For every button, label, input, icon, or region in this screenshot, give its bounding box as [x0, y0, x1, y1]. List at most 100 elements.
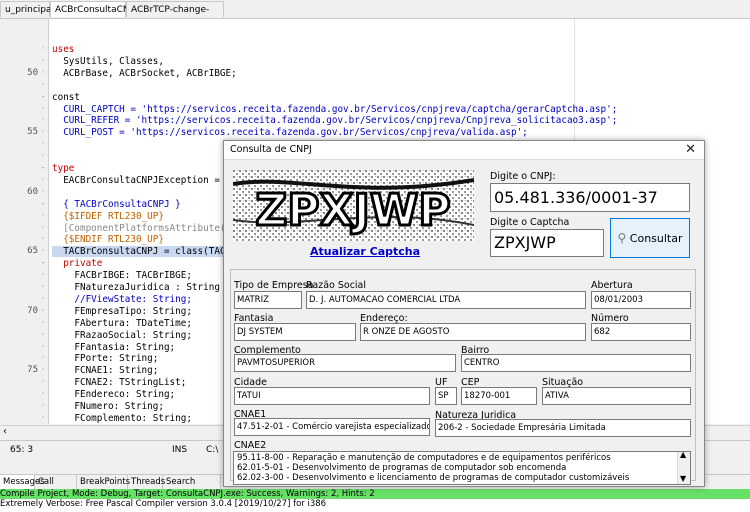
code-line[interactable]: [ComponentPlatformsAttribute(p — [52, 223, 231, 234]
fold-marker[interactable]: · — [38, 44, 48, 55]
fold-marker[interactable]: · — [38, 115, 48, 126]
refresh-captcha-link[interactable]: Atualizar Captcha — [310, 245, 420, 258]
abertura-field[interactable]: 08/01/2003 — [591, 291, 691, 309]
fold-marker[interactable]: · — [38, 223, 48, 234]
tab-acbrtcp-change-log[interactable]: ACBrTCP-change-log.txt — [126, 1, 224, 31]
scroll-left-arrow-icon[interactable]: ‹ — [3, 426, 7, 437]
tab-breakpoints[interactable]: BreakPoints — [77, 475, 130, 489]
code-line[interactable]: const — [52, 92, 80, 103]
tab-call-stack[interactable]: Call Stack — [35, 475, 77, 501]
fold-marker[interactable]: · — [38, 127, 48, 138]
fold-marker[interactable]: · — [38, 234, 48, 245]
complemento-field[interactable]: PAVMTOSUPERIOR — [234, 354, 456, 372]
code-line[interactable]: FACBrIBGE: TACBrIBGE; — [52, 270, 192, 281]
fold-marker[interactable]: · — [38, 56, 48, 67]
bairro-field[interactable]: CENTRO — [461, 354, 691, 372]
code-line[interactable]: CURL_CAPTCH = 'https://servicos.receita.… — [52, 104, 617, 115]
edit-mode: INS — [172, 445, 188, 455]
fold-marker[interactable]: · — [38, 282, 48, 293]
fold-marker[interactable]: · — [38, 151, 48, 162]
fold-marker[interactable]: · — [38, 330, 48, 341]
code-line[interactable]: FCNAE2: TStringList; — [52, 377, 186, 388]
cnae2-scrollbar[interactable]: ▲ ▼ — [677, 450, 690, 484]
situacao-field[interactable]: ATIVA — [542, 387, 691, 405]
fold-marker[interactable]: · — [38, 211, 48, 222]
consultar-button[interactable]: ⚲ Consultar — [610, 218, 690, 258]
fold-marker[interactable]: - — [38, 163, 48, 174]
fold-marker[interactable]: · — [38, 139, 48, 150]
fold-marker[interactable]: - — [38, 258, 48, 269]
list-item[interactable]: 62.02-3-00 - Desenvolvimento e licenciam… — [237, 473, 629, 483]
natureza-juridica-field[interactable]: 206-2 - Sociedade Empresária Limitada — [435, 419, 691, 437]
fold-marker[interactable]: · — [38, 413, 48, 424]
code-line[interactable]: FComplemento: String; — [52, 413, 192, 424]
code-line[interactable]: FAbertura: TDateTime; — [52, 318, 192, 329]
tipo-empresa-field[interactable]: MATRIZ — [234, 291, 302, 309]
code-line[interactable]: FFantasia: String; — [52, 342, 175, 353]
code-line[interactable]: FNumero: String; — [52, 401, 164, 412]
tab-threads[interactable]: Threads — [128, 475, 165, 489]
code-line[interactable]: CURL_REFER = 'https://servicos.receita.f… — [52, 115, 617, 126]
dialog-title-bar[interactable]: Consulta de CNPJ ✕ — [224, 141, 704, 160]
code-line[interactable]: { TACBrConsultaCNPJ } — [52, 199, 181, 210]
editor-gutter: ····-·····-··-····-················50556… — [0, 19, 49, 424]
code-line[interactable]: CURL_POST = 'https://servicos.receita.fa… — [52, 127, 528, 138]
code-line[interactable]: FRazaoSocial: String; — [52, 330, 192, 341]
cnae1-field[interactable]: 47.51-2-01 - Comércio varejista especial… — [234, 418, 430, 436]
fold-marker[interactable]: · — [38, 401, 48, 412]
razao-social-field[interactable]: D. J. AUTOMACAO COMERCIAL LTDA — [306, 291, 586, 309]
cnpj-input[interactable]: 05.481.336/0001-37 — [490, 183, 690, 212]
fold-marker[interactable]: · — [38, 175, 48, 186]
numero-field[interactable]: 682 — [591, 323, 691, 341]
code-line[interactable]: FCNAE1: String; — [52, 365, 158, 376]
fold-marker[interactable]: · — [38, 318, 48, 329]
tab-search-results[interactable]: Search Results — [163, 475, 221, 501]
list-item[interactable]: 62.01-5-01 - Desenvolvimento de programa… — [237, 463, 566, 473]
code-line[interactable]: {$IFDEF RTL230_UP} — [52, 211, 164, 222]
code-line[interactable]: type — [52, 163, 74, 174]
close-icon[interactable]: ✕ — [685, 142, 696, 157]
fold-marker[interactable]: · — [38, 342, 48, 353]
cep-field[interactable]: 18270-001 — [461, 387, 537, 405]
code-line[interactable]: ACBrBase, ACBrSocket, ACBrIBGE; — [52, 68, 237, 79]
tab-u-principal[interactable]: u_principal — [0, 1, 54, 17]
fold-marker[interactable]: · — [38, 294, 48, 305]
fold-marker[interactable]: · — [38, 68, 48, 79]
cidade-field[interactable]: TATUI — [234, 387, 430, 405]
fold-marker[interactable]: · — [38, 353, 48, 364]
uf-field[interactable]: SP — [435, 387, 457, 405]
fold-marker[interactable]: · — [38, 365, 48, 376]
fold-marker[interactable]: · — [38, 104, 48, 115]
compiler-version-message[interactable]: Extremely Verbose: Free Pascal Compiler … — [0, 499, 750, 512]
cnae2-list[interactable]: 95.11-8-00 - Reparação e manutenção de c… — [233, 450, 691, 485]
fold-marker[interactable]: · — [38, 377, 48, 388]
tab-messages[interactable]: Messages — [0, 475, 45, 489]
fantasia-field[interactable]: DJ SYSTEM — [234, 323, 356, 341]
endereco-field[interactable]: R ONZE DE AGOSTO — [360, 323, 586, 341]
code-line[interactable]: private — [52, 258, 102, 269]
code-line[interactable]: TACBrConsultaCNPJ = class(TACB — [52, 246, 232, 258]
tab-acbrconsultacnpj[interactable]: ACBrConsultaCNPJ — [50, 1, 138, 17]
code-line[interactable]: FEndereco: String; — [52, 389, 175, 400]
code-line[interactable]: EACBrConsultaCNPJException = c — [52, 175, 231, 186]
fold-marker[interactable]: - — [38, 92, 48, 103]
scroll-up-arrow-icon[interactable]: ▲ — [680, 450, 686, 459]
fold-marker[interactable]: · — [38, 306, 48, 317]
scroll-down-arrow-icon[interactable]: ▼ — [680, 474, 686, 483]
code-line[interactable]: SysUtils, Classes, — [52, 56, 164, 67]
fold-marker[interactable]: · — [38, 187, 48, 198]
code-line[interactable]: FEmpresaTipo: String; — [52, 306, 192, 317]
fold-marker[interactable]: - — [38, 199, 48, 210]
code-line[interactable]: FNaturezaJuridica : String ; — [52, 282, 231, 293]
fold-marker[interactable]: · — [38, 389, 48, 400]
code-line[interactable]: FPorte: String; — [52, 353, 158, 364]
code-line[interactable]: //FViewState: String; — [52, 294, 192, 305]
code-line[interactable]: uses — [52, 44, 74, 55]
captcha-input[interactable]: ZPXJWP — [490, 229, 604, 257]
fold-marker[interactable]: · — [38, 246, 48, 257]
fold-marker[interactable]: · — [38, 270, 48, 281]
code-line[interactable]: {$ENDIF RTL230_UP} — [52, 234, 164, 245]
compile-success-message[interactable]: Compile Project, Mode: Debug, Target: Co… — [0, 489, 750, 499]
fold-marker[interactable]: · — [38, 80, 48, 91]
list-item[interactable]: 95.11-8-00 - Reparação e manutenção de c… — [237, 453, 611, 463]
